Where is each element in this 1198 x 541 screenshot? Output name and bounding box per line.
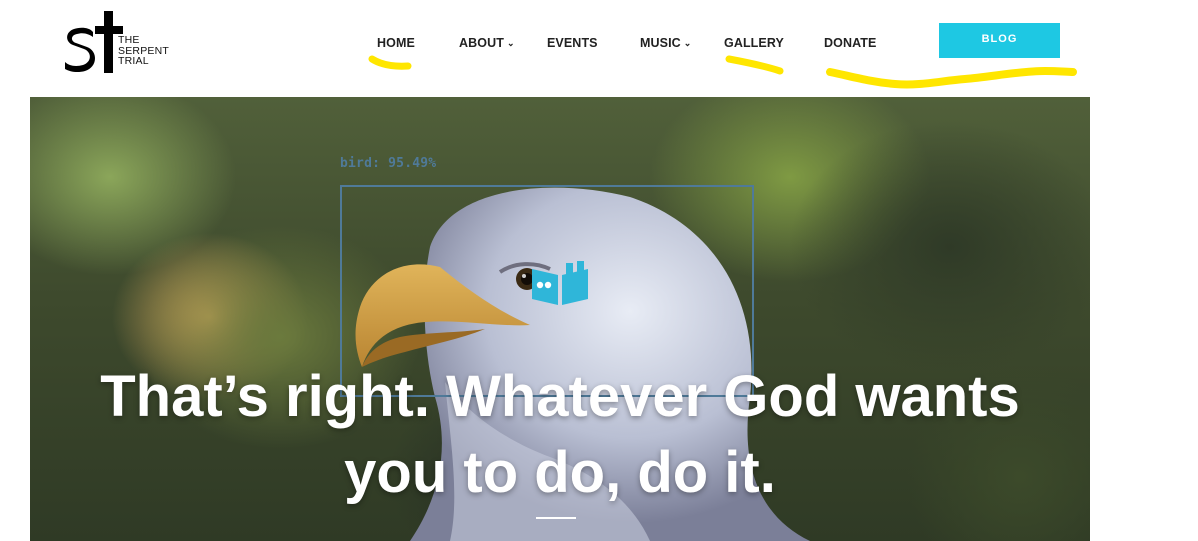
highlight-home <box>368 55 412 70</box>
highlight-gallery <box>725 55 784 75</box>
nav-about[interactable]: ABOUT ⌄ <box>459 36 515 50</box>
hero-banner: bird: 95.49% That’s right. Whatever God … <box>30 97 1090 541</box>
nav-label: ABOUT <box>459 36 504 50</box>
nav-music[interactable]: MUSIC ⌄ <box>640 36 691 50</box>
nav-label: DONATE <box>824 36 877 50</box>
nav-gallery[interactable]: GALLERY <box>724 36 784 50</box>
blog-button[interactable]: BLOG <box>939 23 1060 58</box>
headline-line-1: That’s right. Whatever God wants <box>100 364 1020 429</box>
headline-divider <box>536 517 576 519</box>
hero-headline: That’s right. Whatever God wants you to … <box>30 359 1090 511</box>
chevron-down-icon: ⌄ <box>683 38 692 48</box>
headline-line-2: you to do, do it. <box>344 440 776 505</box>
site-logo[interactable]: THE SERPENT TRIAL <box>62 10 182 75</box>
logo-line: THE <box>118 34 140 46</box>
quote-book-icon <box>532 261 588 305</box>
chevron-down-icon: ⌄ <box>506 38 515 48</box>
highlight-donate <box>826 66 1077 89</box>
nav-donate[interactable]: DONATE <box>824 36 876 50</box>
nav-home[interactable]: HOME <box>377 36 415 50</box>
nav-label: MUSIC <box>640 36 681 50</box>
logo-line: TRIAL <box>118 55 149 67</box>
site-header: THE SERPENT TRIAL HOME ABOUT ⌄ EVENTS MUS… <box>0 0 1198 97</box>
logo-wordmark: THE SERPENT TRIAL <box>118 35 169 67</box>
detection-label: bird: 95.49% <box>340 156 437 171</box>
nav-label: GALLERY <box>724 36 784 50</box>
nav-label: EVENTS <box>547 36 598 50</box>
nav-label: HOME <box>377 36 415 50</box>
nav-events[interactable]: EVENTS <box>547 36 598 50</box>
